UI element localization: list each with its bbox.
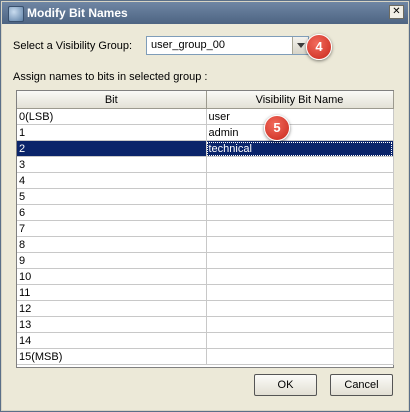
table-row[interactable]: 6: [17, 204, 394, 221]
table-row[interactable]: 9: [17, 252, 394, 269]
app-logo-icon: [8, 6, 24, 22]
title-bar[interactable]: Modify Bit Names ✕: [2, 2, 408, 24]
bit-name-cell[interactable]: [206, 220, 394, 237]
bit-cell[interactable]: 3: [17, 156, 207, 173]
bit-name-cell[interactable]: [206, 268, 394, 285]
bit-name-cell[interactable]: [206, 348, 394, 365]
table-row[interactable]: 2 technical: [17, 140, 394, 157]
bit-cell[interactable]: 2: [17, 140, 207, 157]
bit-name-cell[interactable]: [206, 300, 394, 317]
bit-cell[interactable]: 1: [17, 124, 207, 141]
bit-name-cell[interactable]: [206, 252, 394, 269]
table-row[interactable]: 15(MSB): [17, 348, 394, 365]
table-row[interactable]: 3: [17, 156, 394, 173]
dialog-title: Modify Bit Names: [27, 6, 128, 20]
bit-name-cell[interactable]: [206, 236, 394, 253]
bit-cell[interactable]: 6: [17, 204, 207, 221]
table-row[interactable]: 1 admin: [17, 124, 394, 141]
assign-names-label: Assign names to bits in selected group :: [13, 71, 208, 83]
bit-name-cell[interactable]: [206, 284, 394, 301]
column-header-visibility-bit-name[interactable]: Visibility Bit Name: [206, 91, 394, 109]
bit-name-cell[interactable]: user: [206, 108, 394, 125]
bit-name-cell[interactable]: [206, 316, 394, 333]
visibility-group-select[interactable]: user_group_00: [146, 36, 309, 55]
bit-cell[interactable]: 8: [17, 236, 207, 253]
table-row[interactable]: 7: [17, 220, 394, 237]
bit-cell[interactable]: 0(LSB): [17, 108, 207, 125]
modify-bit-names-dialog: Modify Bit Names ✕ Select a Visibility G…: [0, 0, 410, 412]
bit-cell[interactable]: 15(MSB): [17, 348, 207, 365]
table-row[interactable]: 5: [17, 188, 394, 205]
callout-badge-4: 4: [306, 34, 332, 60]
bit-name-cell[interactable]: [206, 204, 394, 221]
cancel-button[interactable]: Cancel: [330, 374, 393, 396]
bit-name-cell[interactable]: [206, 332, 394, 349]
table-row[interactable]: 0(LSB) user: [17, 108, 394, 125]
visibility-group-label: Select a Visibility Group:: [13, 40, 133, 52]
table-row[interactable]: 10: [17, 268, 394, 285]
bit-cell[interactable]: 14: [17, 332, 207, 349]
callout-badge-5: 5: [264, 115, 290, 141]
table-row[interactable]: 8: [17, 236, 394, 253]
bit-name-cell[interactable]: [206, 188, 394, 205]
bit-cell[interactable]: 12: [17, 300, 207, 317]
bit-names-table[interactable]: Bit Visibility Bit Name 0(LSB) user 1 admin…: [16, 90, 394, 368]
bit-cell[interactable]: 11: [17, 284, 207, 301]
visibility-group-value: user_group_00: [151, 39, 226, 51]
table-row[interactable]: 14: [17, 332, 394, 349]
table-row[interactable]: 12: [17, 300, 394, 317]
table-header-row: Bit Visibility Bit Name: [17, 91, 394, 109]
bit-cell[interactable]: 7: [17, 220, 207, 237]
close-button[interactable]: ✕: [389, 5, 404, 19]
bit-name-cell[interactable]: [206, 172, 394, 189]
bit-cell[interactable]: 13: [17, 316, 207, 333]
bit-cell[interactable]: 9: [17, 252, 207, 269]
column-header-bit[interactable]: Bit: [17, 91, 207, 109]
table-row[interactable]: 13: [17, 316, 394, 333]
bit-name-cell[interactable]: admin: [206, 124, 394, 141]
table-row[interactable]: 11: [17, 284, 394, 301]
bit-cell[interactable]: 10: [17, 268, 207, 285]
bit-cell[interactable]: 5: [17, 188, 207, 205]
bit-name-cell[interactable]: technical: [206, 140, 394, 157]
table-row[interactable]: 4: [17, 172, 394, 189]
ok-button[interactable]: OK: [254, 374, 317, 396]
bit-name-cell[interactable]: [206, 156, 394, 173]
bit-cell[interactable]: 4: [17, 172, 207, 189]
